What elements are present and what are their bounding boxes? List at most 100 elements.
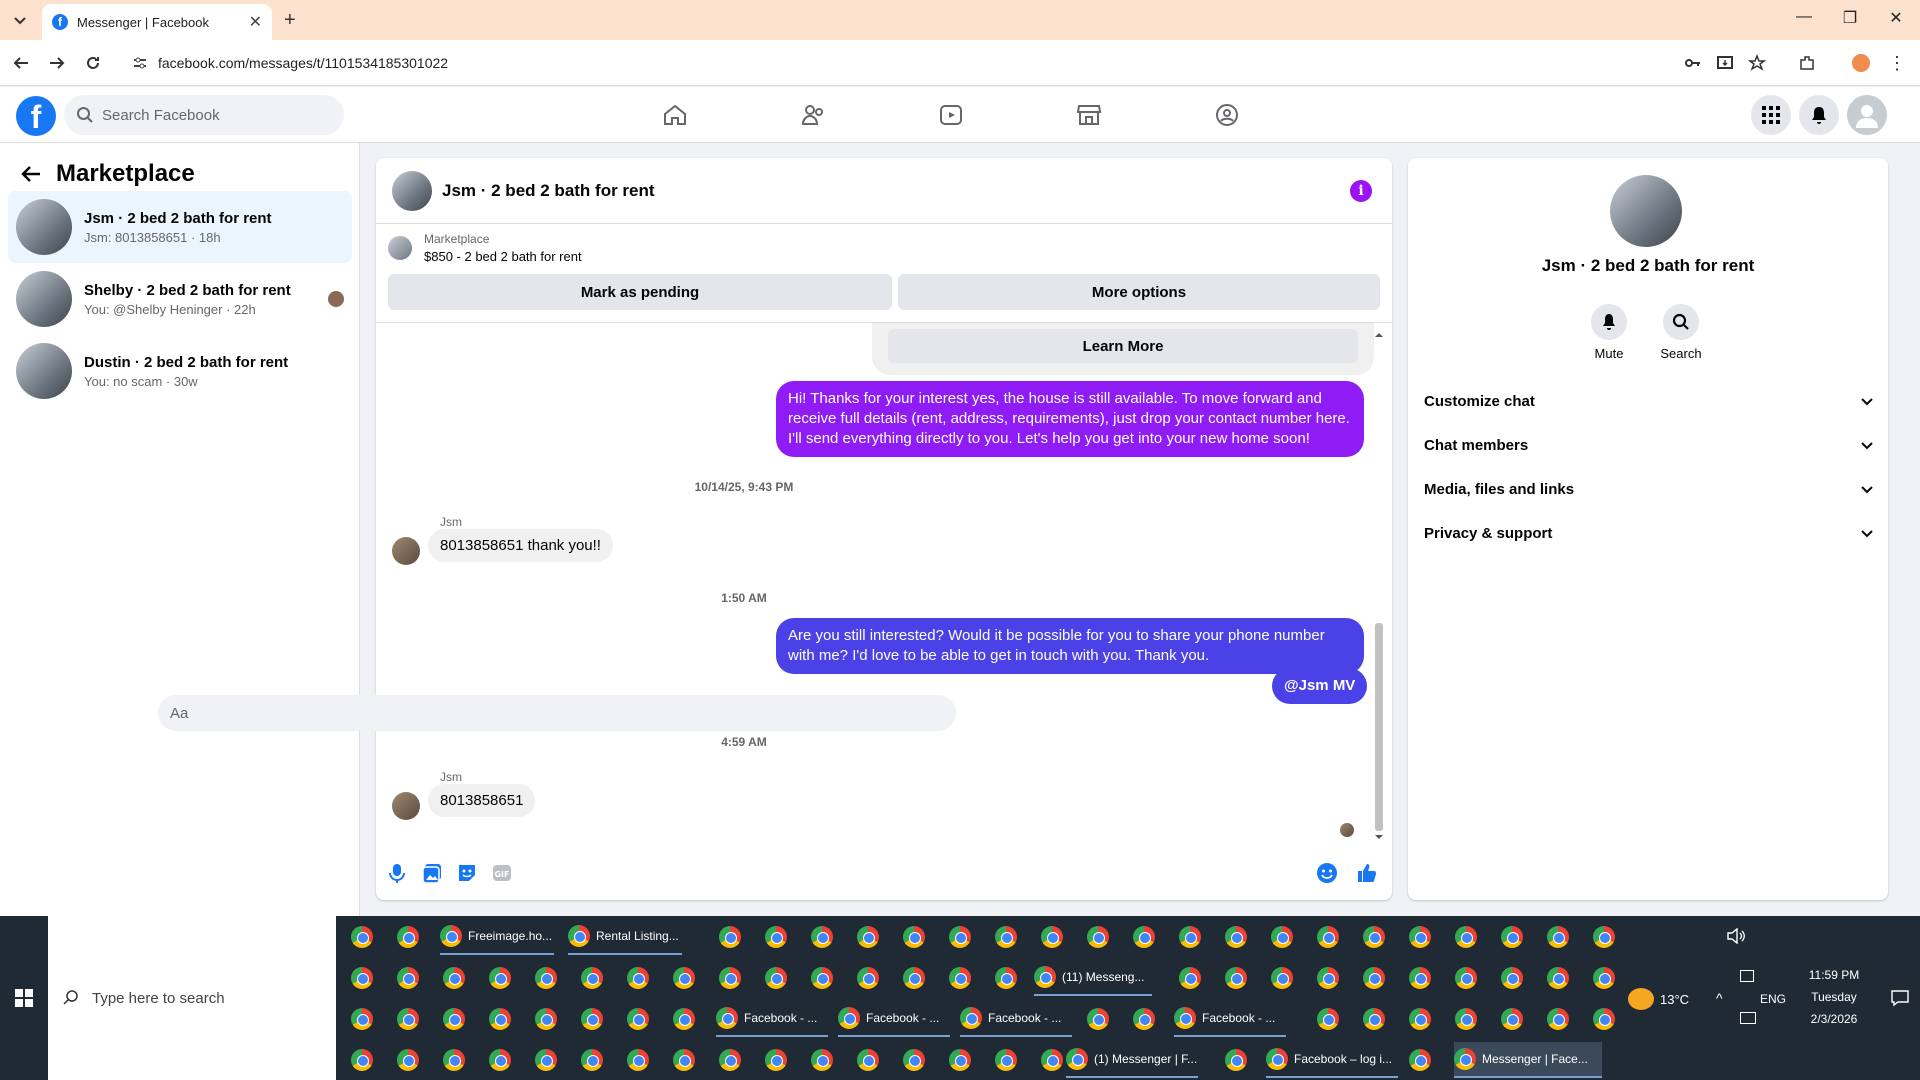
taskbar-search-input[interactable]: Type here to search: [48, 916, 336, 1080]
chrome-window-icon[interactable]: [535, 1049, 557, 1071]
chrome-window-icon[interactable]: [1179, 967, 1201, 989]
weather-temp[interactable]: 13°C: [1660, 992, 1689, 1007]
chrome-window-icon[interactable]: [443, 1008, 465, 1030]
chrome-window-icon[interactable]: [857, 926, 879, 948]
chrome-window-icon[interactable]: [1501, 1008, 1523, 1030]
chrome-window-icon[interactable]: [903, 926, 925, 948]
sender-avatar[interactable]: [392, 537, 420, 565]
chrome-window-icon[interactable]: [811, 1049, 833, 1071]
chrome-window-icon[interactable]: [1593, 926, 1615, 948]
sender-avatar[interactable]: [392, 792, 420, 820]
chrome-window-icon[interactable]: [443, 1049, 465, 1071]
chrome-window-icon[interactable]: [627, 1049, 649, 1071]
url-bar[interactable]: facebook.com/messages/t/1101534185301022: [120, 48, 1800, 78]
chrome-window-icon[interactable]: [765, 926, 787, 948]
chat-members-section[interactable]: Chat members: [1424, 425, 1874, 465]
chrome-window-icon[interactable]: [995, 1049, 1017, 1071]
marketplace-icon[interactable]: [1076, 102, 1102, 128]
show-hidden-icons-icon[interactable]: ^: [1716, 990, 1723, 1006]
chrome-window-icon[interactable]: [627, 1008, 649, 1030]
chrome-window-icon[interactable]: [995, 926, 1017, 948]
chrome-window-icon[interactable]: [1409, 1049, 1431, 1071]
message-scrollbar[interactable]: [1374, 331, 1384, 841]
chrome-window-icon[interactable]: [1409, 1008, 1431, 1030]
windows-start-icon[interactable]: [0, 916, 48, 1080]
chrome-window-icon[interactable]: [489, 967, 511, 989]
site-settings-icon[interactable]: [132, 55, 148, 71]
chrome-window-icon[interactable]: [811, 926, 833, 948]
chrome-window-icon[interactable]: [765, 1049, 787, 1071]
chrome-window-icon[interactable]: [673, 1049, 695, 1071]
chrome-window-icon[interactable]: [1225, 967, 1247, 989]
chrome-window-icon[interactable]: [535, 1008, 557, 1030]
chrome-window-icon[interactable]: [1455, 967, 1477, 989]
chrome-window-icon[interactable]: [1501, 926, 1523, 948]
chrome-window-icon[interactable]: [1547, 926, 1569, 948]
listing-summary[interactable]: Marketplace $850 - 2 bed 2 bath for rent: [388, 232, 582, 264]
incoming-message[interactable]: 8013858651: [428, 784, 536, 817]
chrome-window-icon[interactable]: [535, 967, 557, 989]
browser-tab[interactable]: f Messenger | Facebook ✕: [42, 4, 272, 40]
video-icon[interactable]: [938, 102, 964, 128]
taskbar-window-messenger-active[interactable]: Messenger | Face...: [1454, 1042, 1602, 1078]
chrome-window-icon[interactable]: [1225, 926, 1247, 948]
network-icon[interactable]: [1740, 970, 1754, 982]
search-in-chat-button[interactable]: Search: [1651, 304, 1711, 361]
chrome-window-icon[interactable]: [1041, 926, 1063, 948]
conversation-item-dustin[interactable]: Dustin · 2 bed 2 bath for rent You: no s…: [8, 335, 352, 407]
chrome-window-icon[interactable]: [673, 1008, 695, 1030]
info-icon[interactable]: i: [1350, 180, 1372, 202]
close-window-icon[interactable]: ✕: [1874, 8, 1918, 28]
extensions-icon[interactable]: [1798, 54, 1816, 72]
conversation-item-shelby[interactable]: Shelby · 2 bed 2 bath for rent You: @She…: [8, 263, 352, 335]
home-icon[interactable]: [662, 102, 688, 128]
like-thumb-icon[interactable]: [1356, 862, 1378, 884]
display-icon[interactable]: [1740, 1012, 1756, 1024]
taskbar-window-facebook-4[interactable]: Facebook - ...: [1174, 1001, 1286, 1037]
chrome-window-icon[interactable]: [1363, 967, 1385, 989]
account-avatar[interactable]: [1847, 95, 1887, 135]
clock-time[interactable]: 11:59 PM: [1786, 968, 1882, 982]
taskbar-window-facebook-1[interactable]: Facebook - ...: [716, 1001, 828, 1037]
facebook-search-input[interactable]: Search Facebook: [64, 95, 344, 135]
chrome-window-icon[interactable]: [397, 1049, 419, 1071]
chrome-window-icon[interactable]: [719, 967, 741, 989]
chrome-window-icon[interactable]: [673, 967, 695, 989]
minimize-icon[interactable]: —: [1782, 8, 1826, 26]
password-key-icon[interactable]: [1684, 54, 1702, 72]
chrome-window-icon[interactable]: [627, 967, 649, 989]
chrome-window-icon[interactable]: [443, 967, 465, 989]
notifications-icon[interactable]: [1890, 988, 1910, 1008]
chrome-window-icon[interactable]: [1225, 1049, 1247, 1071]
chrome-window-icon[interactable]: [1409, 926, 1431, 948]
outgoing-message[interactable]: Hi! Thanks for your interest yes, the ho…: [776, 381, 1364, 457]
media-files-links-section[interactable]: Media, files and links: [1424, 469, 1874, 509]
install-app-icon[interactable]: [1716, 54, 1734, 72]
chrome-window-icon[interactable]: [489, 1049, 511, 1071]
chrome-window-icon[interactable]: [1547, 967, 1569, 989]
chrome-window-icon[interactable]: [351, 967, 373, 989]
forward-icon[interactable]: [48, 54, 66, 72]
mute-button[interactable]: Mute: [1579, 304, 1639, 361]
taskbar-window-facebook-login[interactable]: Facebook – log i...: [1266, 1042, 1398, 1078]
chrome-window-icon[interactable]: [1363, 926, 1385, 948]
learn-more-button[interactable]: Learn More: [888, 329, 1358, 363]
chrome-window-icon[interactable]: [1455, 926, 1477, 948]
chrome-window-icon[interactable]: [903, 967, 925, 989]
sticker-icon[interactable]: [456, 862, 478, 884]
facebook-logo-icon[interactable]: f: [16, 96, 56, 136]
chrome-window-icon[interactable]: [1317, 1008, 1339, 1030]
chrome-window-icon[interactable]: [1271, 967, 1293, 989]
chrome-window-icon[interactable]: [351, 1008, 373, 1030]
taskbar-window-messenger-1[interactable]: (1) Messenger | F...: [1066, 1042, 1198, 1078]
chrome-window-icon[interactable]: [949, 926, 971, 948]
incoming-message[interactable]: 8013858651 thank you!!: [428, 529, 613, 562]
groups-icon[interactable]: [1214, 102, 1240, 128]
chrome-window-icon[interactable]: [489, 1008, 511, 1030]
chrome-window-icon[interactable]: [1455, 1008, 1477, 1030]
tab-search-icon[interactable]: [12, 12, 28, 28]
chrome-window-icon[interactable]: [1041, 1049, 1063, 1071]
chrome-window-icon[interactable]: [581, 1049, 603, 1071]
volume-icon[interactable]: [1726, 928, 1746, 944]
message-input[interactable]: Aa: [158, 695, 956, 731]
